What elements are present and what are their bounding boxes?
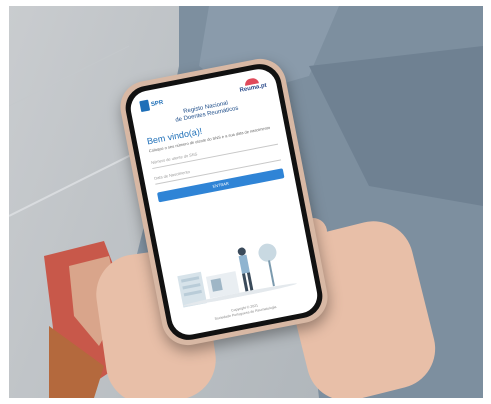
spr-logo: SPR (139, 97, 164, 113)
spr-logo-text: SPR (150, 99, 164, 108)
illustration (177, 243, 297, 308)
spr-logo-icon (139, 99, 151, 113)
photo-scene: SPR Reuma.pt Registo Nacional de Doentes… (0, 0, 491, 404)
reuma-logo-text: Reuma.pt (239, 82, 268, 94)
reuma-logo: Reuma.pt (238, 76, 267, 94)
